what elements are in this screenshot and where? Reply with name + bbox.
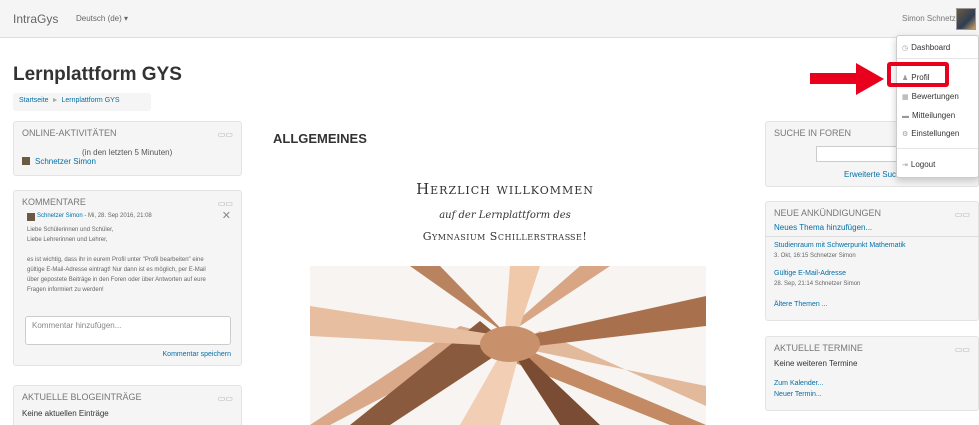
news-item-meta: 3. Okt, 16:15 Schnetzer Simon: [774, 253, 856, 259]
menu-item-label: Einstellungen: [911, 129, 960, 138]
menu-item-label: Bewertungen: [911, 92, 959, 101]
comment-line: Liebe Schülerinnen und Schüler,: [27, 227, 114, 233]
menu-item-label: Logout: [910, 160, 936, 169]
advanced-search-link[interactable]: Erweiterte Such: [844, 170, 900, 179]
calendar-link[interactable]: Zum Kalender...: [774, 380, 823, 387]
comment-line: es ist wichtig, dass ihr in eurem Profil…: [27, 257, 204, 263]
events-empty-text: Keine weiteren Termine: [774, 359, 858, 368]
save-comment-link[interactable]: Kommentar speichern: [163, 351, 231, 358]
breadcrumb: Startseite ► Lernplattform GYS: [13, 93, 151, 111]
block-title: KOMMENTARE: [22, 197, 86, 207]
avatar[interactable]: [956, 8, 976, 30]
menu-item-label: Mitteilungen: [912, 111, 956, 120]
brand-link[interactable]: IntraGys: [13, 12, 58, 26]
online-user-link[interactable]: Schnetzer Simon: [35, 157, 96, 166]
block-title: AKTUELLE BLOGEINTRÄGE: [22, 392, 142, 402]
comment-line: Liebe Lehrerinnen und Lehrer,: [27, 237, 108, 243]
welcome-school: Gymnasium Schillerstraße!: [422, 230, 588, 243]
page-title: Lernplattform GYS: [13, 64, 182, 85]
navbar: IntraGys Deutsch (de) ▾ Simon Schnetzer: [0, 0, 979, 38]
blog-block: AKTUELLE BLOGEINTRÄGE ▭▭ Keine aktuellen…: [13, 385, 242, 425]
messages-icon: ▬: [902, 113, 909, 120]
comment-line: Fragen informiert zu werden!: [27, 287, 104, 293]
comment-body: Liebe Schülerinnen und Schüler, Liebe Le…: [27, 225, 206, 295]
comment-author[interactable]: Schnetzer Simon: [37, 213, 83, 219]
breadcrumb-home[interactable]: Startseite: [19, 97, 49, 104]
section-heading: ALLGEMEINES: [273, 131, 367, 146]
block-title: SUCHE IN FOREN: [774, 128, 852, 138]
online-subtitle: (in den letzten 5 Minuten): [82, 148, 173, 157]
comment-meta: - Mi, 28. Sep 2016, 21:08: [82, 213, 152, 219]
older-topics-link[interactable]: Ältere Themen ...: [774, 301, 828, 308]
new-event-link[interactable]: Neuer Termin...: [774, 391, 822, 398]
divider: [897, 148, 978, 149]
highlight-box: [887, 62, 949, 87]
welcome-subtitle: auf der Lernplattform des: [439, 210, 571, 221]
grades-icon: ▦: [902, 94, 909, 101]
news-block: NEUE ANKÜNDIGUNGEN ▭▭ Neues Thema hinzuf…: [765, 201, 979, 321]
block-title: NEUE ANKÜNDIGUNGEN: [774, 208, 882, 218]
news-item-meta: 28. Sep, 21:14 Schnetzer Simon: [774, 281, 861, 287]
delete-comment-icon[interactable]: ✕: [222, 209, 231, 222]
settings-icon: ⚙: [902, 131, 909, 138]
news-item-title[interactable]: Studienraum mit Schwerpunkt Mathematik: [774, 242, 906, 249]
block-controls-icon[interactable]: ▭▭: [218, 199, 233, 208]
menu-item-label: Dashboard: [911, 43, 951, 52]
breadcrumb-separator-icon: ►: [51, 97, 59, 104]
block-title: AKTUELLE TERMINE: [774, 343, 863, 353]
block-controls-icon[interactable]: ▭▭: [955, 345, 970, 354]
menu-item-logout[interactable]: ⇥ Logout: [902, 160, 935, 169]
hero-image: [310, 266, 706, 425]
comment-line: [27, 245, 206, 255]
user-avatar-icon: [22, 157, 30, 165]
online-users-block: ONLINE-AKTIVITÄTEN ▭▭ (in den letzten 5 …: [13, 121, 242, 176]
red-arrow-icon: [810, 63, 884, 95]
menu-item-bewertungen[interactable]: ▦ Bewertungen: [902, 92, 959, 101]
block-controls-icon[interactable]: ▭▭: [218, 394, 233, 403]
add-topic-link[interactable]: Neues Thema hinzufügen...: [774, 223, 872, 232]
comment-input[interactable]: Kommentar hinzufügen...: [25, 316, 231, 345]
logout-icon: ⇥: [902, 162, 908, 169]
menu-item-einstellungen[interactable]: ⚙ Einstellungen: [902, 129, 959, 138]
news-item-title[interactable]: Gültige E-Mail-Adresse: [774, 270, 846, 277]
welcome-title: Herzlich willkommen: [416, 180, 594, 198]
user-dropdown-menu: ◷ Dashboard ♟ Profil ▦ Bewertungen ▬ Mitteil…: [896, 35, 979, 178]
dashboard-icon: ◷: [902, 45, 909, 52]
comment-line: gültige E-Mail-Adresse eintragt! Nur dan…: [27, 267, 206, 273]
user-menu-toggle[interactable]: Simon Schnetzer: [902, 14, 963, 23]
block-controls-icon[interactable]: ▭▭: [955, 210, 970, 219]
divider: [766, 236, 978, 237]
breadcrumb-current[interactable]: Lernplattform GYS: [62, 97, 120, 104]
events-block: AKTUELLE TERMINE ▭▭ Keine weiteren Termi…: [765, 336, 979, 411]
forum-search-input[interactable]: [816, 146, 898, 162]
divider: [897, 58, 978, 59]
menu-item-mitteilungen[interactable]: ▬ Mitteilungen: [902, 111, 955, 120]
language-selector[interactable]: Deutsch (de) ▾: [76, 14, 128, 23]
menu-item-dashboard[interactable]: ◷ Dashboard: [902, 43, 950, 52]
comment-avatar-icon: [27, 213, 35, 221]
block-title: ONLINE-AKTIVITÄTEN: [22, 128, 117, 138]
block-controls-icon[interactable]: ▭▭: [218, 130, 233, 139]
blog-empty-text: Keine aktuellen Einträge: [22, 409, 109, 418]
comment-header: Schnetzer Simon - Mi, 28. Sep 2016, 21:0…: [37, 213, 152, 219]
comment-line: über gepostete Beiträge in den Foren ode…: [27, 277, 206, 283]
hands-stack-illustration: [310, 266, 706, 425]
